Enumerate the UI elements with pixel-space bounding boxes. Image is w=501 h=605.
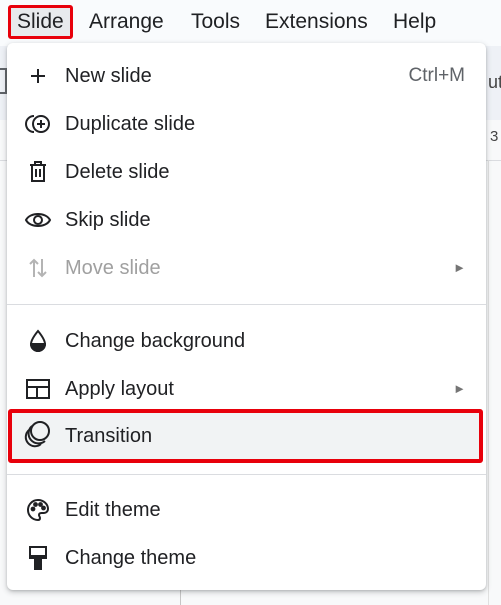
menu-item-delete-slide[interactable]: Delete slide [7,148,486,196]
plus-icon [25,64,51,88]
toolbar-select-icon [0,68,7,94]
menu-item-apply-layout[interactable]: Apply layout ► [7,365,486,413]
menu-item-label: Change theme [65,547,197,569]
shortcut-text: Ctrl+M [408,65,465,86]
menubar-extensions[interactable]: Extensions [259,5,374,39]
menu-item-label: Edit theme [65,499,161,521]
filmstrip-divider [180,590,181,605]
menubar-slide[interactable]: Slide [8,5,73,39]
menu-item-duplicate-slide[interactable]: Duplicate slide [7,100,486,148]
submenu-arrow-icon: ► [453,260,466,275]
move-arrows-icon [25,256,51,280]
eye-icon [24,208,52,232]
menu-item-label: Skip slide [65,209,151,231]
menu-item-change-background[interactable]: Change background [7,317,486,365]
layout-icon [25,377,51,401]
menu-item-label: Change background [65,330,246,352]
transition-icon [24,421,51,448]
menu-item-label: Move slide [65,257,161,279]
duplicate-icon [25,112,51,136]
menu-item-label: Delete slide [65,161,170,183]
menu-item-label: Duplicate slide [65,113,196,135]
canvas-edge [488,160,489,605]
menu-item-new-slide[interactable]: New slide Ctrl+M [7,52,486,100]
ruler-peek-text: 3 [490,128,499,145]
menubar-arrange[interactable]: Arrange [83,5,170,39]
submenu-arrow-icon: ► [453,381,466,396]
menu-divider [7,304,486,305]
slide-menu: New slide Ctrl+M Duplicate slide Delete … [7,43,486,590]
menubar: Slide Arrange Tools Extensions Help [0,0,501,46]
menu-item-skip-slide[interactable]: Skip slide [7,196,486,244]
toolbar-peek-text: ut [488,72,501,92]
trash-icon [25,160,51,184]
droplet-icon [25,329,51,353]
menubar-tools[interactable]: Tools [185,5,246,39]
menubar-help[interactable]: Help [387,5,442,39]
menu-item-edit-theme[interactable]: Edit theme [7,486,486,534]
menu-item-change-theme[interactable]: Change theme [7,534,486,582]
menu-item-label: Apply layout [65,378,174,400]
menu-item-move-slide[interactable]: Move slide ► [7,244,486,292]
menu-divider [7,474,486,475]
menu-item-label: Transition [65,425,153,447]
palette-icon [25,498,51,522]
paint-roller-icon [25,546,51,570]
menu-item-label: New slide [65,65,152,87]
menu-item-transition[interactable]: Transition [8,409,483,463]
